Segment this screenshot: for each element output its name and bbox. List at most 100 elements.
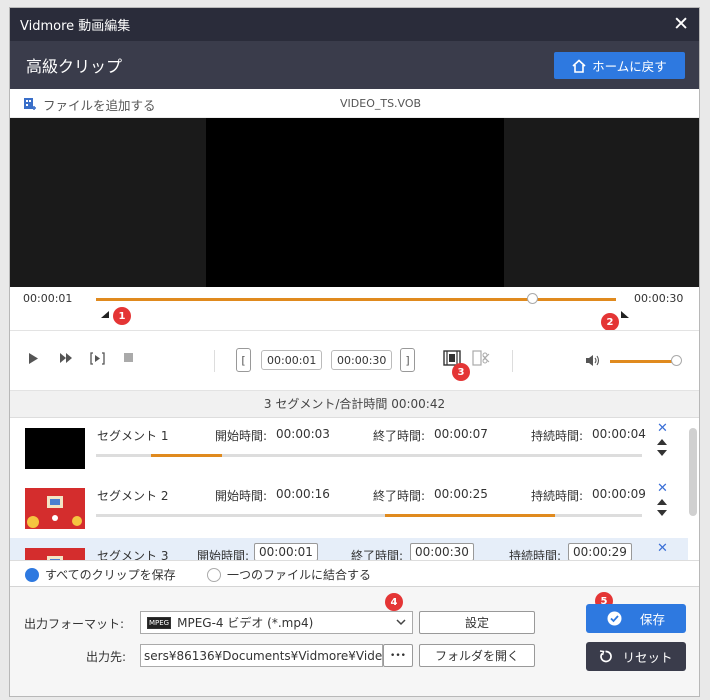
volume-icon[interactable] xyxy=(585,354,600,367)
file-name: VIDEO_TS.VOB xyxy=(340,97,422,110)
segment-range-track xyxy=(96,514,642,517)
open-folder-button[interactable]: フォルダを開く xyxy=(419,644,535,667)
segment-range-track xyxy=(96,454,642,457)
segment-duration-label: 持続時間: xyxy=(531,489,584,503)
title-bar: Vidmore 動画編集 ✕ xyxy=(10,8,699,41)
callout-badge-2: 2 xyxy=(601,313,619,331)
timeline-track[interactable] xyxy=(96,298,616,301)
move-down-icon[interactable] xyxy=(657,510,667,516)
reset-button-label: リセット xyxy=(622,650,673,665)
file-bar: ファイルを追加する VIDEO_TS.VOB xyxy=(10,89,699,118)
playback-controls: [ 00:00:01 00:00:30 ] 3 xyxy=(10,330,699,391)
video-frame xyxy=(206,118,504,287)
add-file-label: ファイルを追加する xyxy=(43,98,156,113)
volume-slider[interactable] xyxy=(610,360,680,363)
start-time-input[interactable]: 00:00:01 xyxy=(261,350,323,370)
output-format-select[interactable]: MPEG MPEG-4 ビデオ (*.mp4) xyxy=(140,611,413,634)
start-marker-handle[interactable] xyxy=(101,311,109,318)
split-scissors-icon[interactable] xyxy=(472,350,490,366)
save-button[interactable]: 保存 xyxy=(586,604,686,633)
reset-icon xyxy=(600,650,613,663)
segment-name: セグメント 2 xyxy=(97,489,169,503)
segment-summary: 3 セグメント/合計時間 00:00:42 xyxy=(10,391,699,418)
output-format-label: 出力フォーマット: xyxy=(24,617,125,631)
segment-end-time: 00:00:07 xyxy=(434,427,488,441)
save-all-radio[interactable]: すべてのクリップを保存 xyxy=(25,566,176,583)
video-preview xyxy=(10,118,699,287)
stop-icon[interactable] xyxy=(123,352,134,363)
home-button[interactable]: ホームに戻す xyxy=(554,52,685,79)
segment-thumbnail xyxy=(25,428,85,469)
segment-range-fill xyxy=(150,454,222,457)
save-options: すべてのクリップを保存 一つのファイルに結合する xyxy=(10,560,699,585)
check-circle-icon xyxy=(607,611,622,626)
segment-end-time: 00:00:25 xyxy=(434,487,488,501)
output-path-input[interactable]: sers¥86136¥Documents¥Vidmore¥Video xyxy=(140,644,383,667)
segment-start-label: 開始時間: xyxy=(215,489,268,503)
home-button-label: ホームに戻す xyxy=(592,59,667,74)
end-time-input[interactable]: 00:00:30 xyxy=(331,350,393,370)
delete-segment-icon[interactable]: ✕ xyxy=(657,421,668,436)
home-icon xyxy=(572,58,586,73)
segment-start-time: 00:00:16 xyxy=(276,487,330,501)
page-header: 高級クリップ ホームに戻す xyxy=(10,41,699,89)
segment-end-label: 終了時間: xyxy=(373,489,426,503)
browse-button[interactable]: ••• xyxy=(383,644,413,667)
page-title: 高級クリップ xyxy=(26,57,123,76)
segment-duration-label: 持続時間: xyxy=(531,429,584,443)
timeline-start-time: 00:00:01 xyxy=(23,292,73,305)
segment-start-label: 開始時間: xyxy=(215,429,268,443)
merge-label: 一つのファイルに結合する xyxy=(227,568,372,582)
play-icon[interactable] xyxy=(28,352,39,365)
segment-end-time-stepper[interactable]: 00:00:30 xyxy=(410,543,474,561)
move-up-icon[interactable] xyxy=(657,499,667,505)
radio-unselected-icon xyxy=(207,567,221,582)
app-window: Vidmore 動画編集 ✕ 高級クリップ ホームに戻す ファイルを追加する V… xyxy=(9,7,700,697)
output-destination-label: 出力先: xyxy=(86,650,127,664)
segment-start-label: 開始時間: xyxy=(197,549,250,561)
segment-range-fill xyxy=(385,514,555,517)
reset-button[interactable]: リセット xyxy=(586,642,686,671)
segment-duration: 00:00:04 xyxy=(592,427,646,441)
move-up-icon[interactable] xyxy=(657,439,667,445)
radio-selected-icon xyxy=(25,567,39,582)
segment-end-label: 終了時間: xyxy=(351,549,404,561)
segment-row[interactable]: セグメント 1 開始時間: 00:00:03 終了時間: 00:00:07 持続… xyxy=(10,418,688,478)
settings-button[interactable]: 設定 xyxy=(419,611,535,634)
divider xyxy=(214,350,215,372)
segment-start-time-stepper[interactable]: 00:00:01 xyxy=(254,543,318,561)
callout-badge-4: 4 xyxy=(385,593,403,611)
playhead-handle[interactable] xyxy=(526,293,538,304)
segment-duration-stepper[interactable]: 00:00:29 xyxy=(568,543,632,561)
timeline-end-time: 00:00:30 xyxy=(634,292,684,305)
output-panel: 出力フォーマット: MPEG MPEG-4 ビデオ (*.mp4) 設定 4 出… xyxy=(10,586,699,696)
output-format-value: MPEG-4 ビデオ (*.mp4) xyxy=(177,616,314,630)
set-end-bracket-button[interactable]: ] xyxy=(400,348,415,372)
segment-end-label: 終了時間: xyxy=(373,429,426,443)
end-marker-handle[interactable] xyxy=(621,311,629,318)
segment-list-scrollbar[interactable] xyxy=(689,428,697,516)
segment-thumbnail xyxy=(25,488,85,529)
segment-row-selected[interactable]: セグメント 3 開始時間: 00:00:01 終了時間: 00:00:30 持続… xyxy=(10,538,688,561)
delete-segment-icon[interactable]: ✕ xyxy=(657,541,668,556)
close-icon[interactable]: ✕ xyxy=(673,13,689,35)
volume-handle[interactable] xyxy=(670,355,682,366)
segment-duration: 00:00:09 xyxy=(592,487,646,501)
add-file-button[interactable]: ファイルを追加する xyxy=(24,95,156,114)
move-down-icon[interactable] xyxy=(657,450,667,456)
save-all-label: すべてのクリップを保存 xyxy=(45,568,176,582)
segment-start-time: 00:00:03 xyxy=(276,427,330,441)
delete-segment-icon[interactable]: ✕ xyxy=(657,481,668,496)
merge-radio[interactable]: 一つのファイルに結合する xyxy=(207,566,371,583)
fast-forward-icon[interactable] xyxy=(59,352,73,364)
save-button-label: 保存 xyxy=(639,612,665,627)
add-file-icon xyxy=(24,97,36,110)
set-start-bracket-button[interactable]: [ xyxy=(236,348,251,372)
segment-name: セグメント 1 xyxy=(97,429,169,443)
divider xyxy=(512,350,513,372)
mpeg-format-icon: MPEG xyxy=(147,616,172,629)
window-title: Vidmore 動画編集 xyxy=(20,19,131,34)
segment-row[interactable]: セグメント 2 開始時間: 00:00:16 終了時間: 00:00:25 持続… xyxy=(10,478,688,538)
segment-list: セグメント 1 開始時間: 00:00:03 終了時間: 00:00:07 持続… xyxy=(10,418,699,561)
segment-play-icon[interactable] xyxy=(90,352,105,365)
